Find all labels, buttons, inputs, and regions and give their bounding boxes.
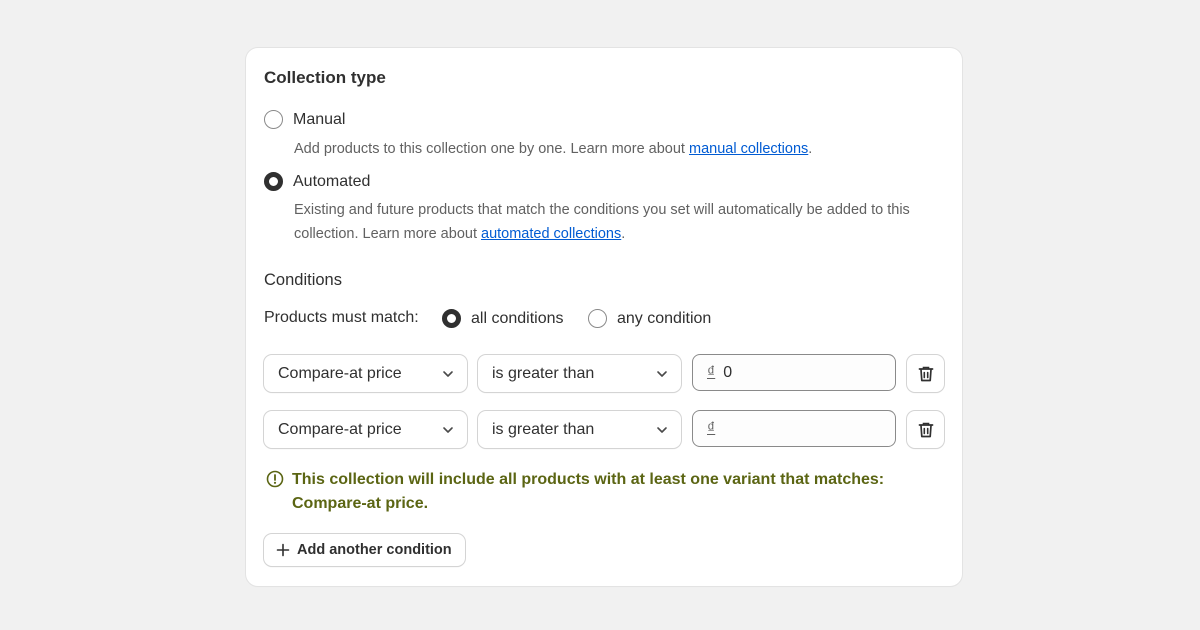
radio-all-conditions-label: all conditions <box>471 309 564 327</box>
info-message: This collection will include all product… <box>266 468 946 516</box>
chevron-down-icon <box>443 426 453 433</box>
automated-collections-link[interactable]: automated collections <box>481 226 621 242</box>
add-condition-button[interactable]: Add another condition <box>264 534 465 566</box>
add-condition-label: Add another condition <box>297 542 452 558</box>
radio-any-condition-label: any condition <box>617 309 712 327</box>
radio-automated[interactable]: Automated <box>264 172 370 191</box>
chevron-down-icon <box>657 426 667 433</box>
radio-automated-label: Automated <box>293 172 371 190</box>
delete-condition-button[interactable] <box>907 355 944 392</box>
radio-automated-button[interactable] <box>264 172 283 191</box>
condition-operator-select[interactable]: is greater than <box>478 411 681 448</box>
delete-condition-button[interactable] <box>907 411 944 448</box>
info-message-text: This collection will include all product… <box>292 471 885 512</box>
condition-value-input[interactable]: ₫ <box>692 354 896 391</box>
radio-all-conditions-button[interactable] <box>442 309 461 328</box>
match-label: Products must match: <box>264 309 419 326</box>
condition-field-select[interactable]: Compare-at price <box>264 355 467 392</box>
condition-operator-select[interactable]: is greater than <box>478 355 681 392</box>
condition-value-field[interactable] <box>723 419 874 438</box>
trash-icon <box>918 422 933 437</box>
alert-circle-icon <box>266 470 284 488</box>
currency-prefix: ₫ <box>707 363 716 381</box>
manual-help-text: Add products to this collection one by o… <box>294 141 813 157</box>
radio-manual[interactable]: Manual <box>264 110 345 129</box>
card-title: Collection type <box>264 68 386 87</box>
trash-icon <box>918 366 933 381</box>
collection-type-card: Collection type Manual Add products to t… <box>246 48 962 586</box>
currency-prefix: ₫ <box>707 419 716 437</box>
conditions-title: Conditions <box>264 271 342 289</box>
automated-help-text: Existing and future products that match … <box>294 202 910 242</box>
condition-value-field[interactable] <box>723 363 874 382</box>
chevron-down-icon <box>443 370 453 377</box>
radio-all-conditions[interactable]: all conditions <box>442 309 564 328</box>
manual-collections-link[interactable]: manual collections <box>689 141 808 157</box>
radio-any-condition[interactable]: any condition <box>588 309 711 328</box>
plus-icon <box>276 543 290 557</box>
radio-manual-label: Manual <box>293 110 346 128</box>
condition-value-input[interactable]: ₫ <box>692 410 896 447</box>
chevron-down-icon <box>657 370 667 377</box>
condition-field-select[interactable]: Compare-at price <box>264 411 467 448</box>
radio-any-condition-button[interactable] <box>588 309 607 328</box>
radio-manual-button[interactable] <box>264 110 283 129</box>
